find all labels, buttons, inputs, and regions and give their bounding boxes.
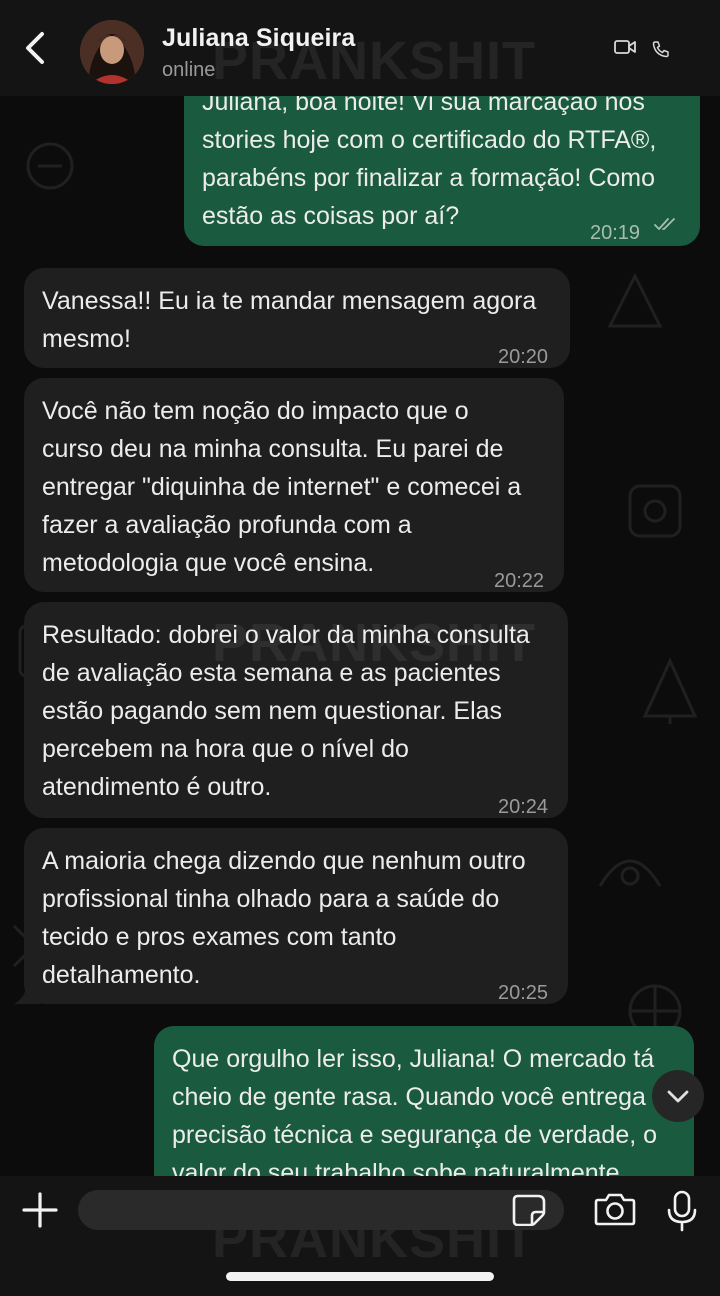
phone-icon[interactable] [652,40,670,58]
video-camera-icon[interactable] [614,38,636,56]
message-text: A maioria chega dizendo que nenhum outro… [42,847,526,989]
avatar-photo [80,20,144,84]
message-time: 20:20 [498,346,549,368]
doodle-icon [628,484,682,538]
message-bubble-incoming[interactable]: Você não tem noção do impacto que o curs… [24,378,564,592]
double-check-icon [654,218,675,230]
message-input[interactable] [78,1190,564,1230]
message-time: 20:25 [498,982,549,1004]
message-text: Vanessa!! Eu ia te mandar mensagem agora… [42,287,537,353]
doodle-icon [598,859,662,887]
message-bubble-incoming[interactable]: Vanessa!! Eu ia te mandar mensagem agora… [24,268,570,368]
message-bubble-incoming[interactable]: Resultado: dobrei o valor da minha consu… [24,602,568,818]
scroll-to-bottom-button[interactable] [652,1070,704,1122]
doodle-icon [642,657,698,724]
chat-header: Juliana Siqueira online [0,0,720,96]
message-bubble-incoming[interactable]: A maioria chega dizendo que nenhum outro… [24,828,568,1004]
camera-icon[interactable] [594,1192,636,1226]
chevron-down-icon [667,1090,689,1103]
message-text: Que orgulho ler isso, Juliana! O mercado… [172,1045,658,1187]
sticker-icon[interactable] [512,1194,546,1226]
contact-status: online [162,59,216,81]
message-time: 20:22 [494,570,545,592]
message-text: Você não tem noção do impacto que o curs… [42,397,522,577]
chevron-left-icon[interactable] [18,30,54,66]
plus-icon[interactable] [20,1190,60,1230]
message-text: Resultado: dobrei o valor da minha consu… [42,621,530,801]
doodle-icon [607,272,663,328]
home-indicator[interactable] [226,1272,494,1281]
doodle-icon [26,142,74,190]
message-time: 20:19 [590,222,641,244]
contact-name[interactable]: Juliana Siqueira [162,24,355,53]
message-time: 20:24 [498,796,549,818]
microphone-icon[interactable] [666,1190,698,1232]
avatar[interactable] [80,20,144,84]
message-text: Juliana, boa noite! Vi sua marcação nos … [202,88,657,230]
